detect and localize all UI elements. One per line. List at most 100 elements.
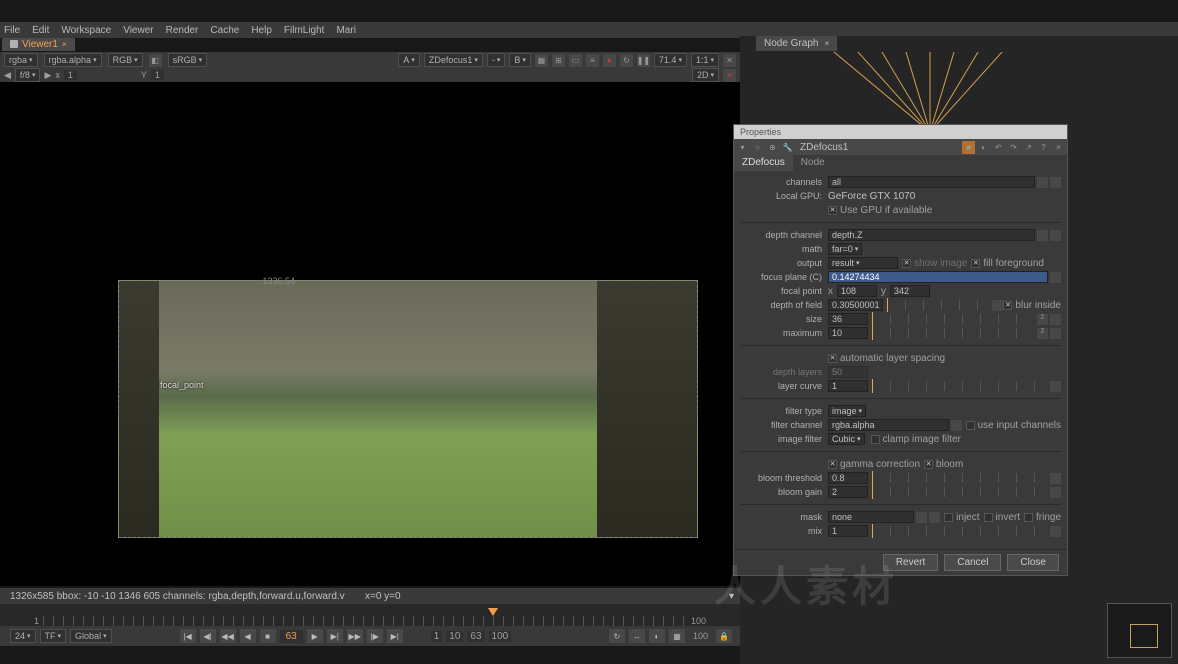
refresh-icon[interactable]: ↻ [620,54,633,67]
viewed-node-dropdown[interactable]: ZDefocus1 [424,53,483,67]
prop-lock-icon[interactable]: ○ [751,141,764,154]
focal-point-overlay[interactable]: focal_point [160,380,204,390]
menu-render[interactable]: Render [166,25,199,36]
close-button[interactable]: Close [1007,554,1059,571]
tool-icon-3[interactable]: ▭ [569,54,582,67]
prop-hide-icon[interactable]: ◐ [977,141,990,154]
mask-icon-a[interactable] [916,512,927,523]
node-graph-tab-close-icon[interactable]: × [824,39,829,48]
fill-foreground-checkbox[interactable] [971,259,980,268]
prop-redo-icon[interactable]: ↷ [1007,141,1020,154]
prop-center-icon[interactable]: ⊕ [766,141,779,154]
size-slider[interactable] [872,314,1031,324]
menu-file[interactable]: File [4,25,20,36]
bounce-icon[interactable]: ↔ [629,629,645,643]
bloom-gain-slider[interactable] [872,487,1044,497]
menu-mari[interactable]: Mari [336,25,355,36]
inject-checkbox[interactable] [944,513,953,522]
mask-icon-b[interactable] [929,512,940,523]
playhead-icon[interactable] [488,608,498,616]
focal-plane-input[interactable]: 0.14274434 [828,271,1048,283]
step-back-key-icon[interactable]: ◀| [200,629,216,643]
show-image-checkbox[interactable] [902,259,911,268]
filter-type-dropdown[interactable]: image [828,405,866,417]
filter-ch-icon[interactable] [951,420,962,431]
input-a-dropdown[interactable]: A [398,53,420,67]
clamp-checkbox[interactable] [871,435,880,444]
x-input[interactable]: 1 [64,70,77,80]
max-slider[interactable] [872,328,1031,338]
fps-dropdown[interactable]: 24 [10,629,36,643]
mix-slider[interactable] [872,526,1044,536]
menu-help[interactable]: Help [251,25,272,36]
view-mode-dropdown[interactable]: 2D [692,68,719,82]
use-input-checkbox[interactable] [966,421,975,430]
layer-curve-input[interactable]: 1 [828,380,868,392]
tab-close-icon[interactable]: × [62,40,67,49]
nav-next-icon[interactable]: ▶ [44,70,51,81]
tool-icon-1[interactable]: ▦ [535,54,548,67]
goto-first-icon[interactable]: |◀ [180,629,196,643]
bloom-th-anim-icon[interactable] [1050,473,1061,484]
prop-close-icon[interactable]: × [1052,141,1065,154]
menu-viewer[interactable]: Viewer [123,25,153,36]
prop-float-icon[interactable]: ↗ [1022,141,1035,154]
timeline[interactable]: 1 100 [0,604,740,626]
gamma-checkbox[interactable] [828,460,837,469]
display-lut-dropdown[interactable]: sRGB [168,53,208,67]
step-back-icon[interactable]: ◀ [240,629,256,643]
auto-layer-checkbox[interactable] [828,354,837,363]
channels-anim-icon[interactable] [1037,177,1048,188]
max-2-icon[interactable]: 2 [1037,328,1048,339]
lock-icon[interactable]: 🔒 [716,629,732,643]
size-2-icon[interactable]: 2 [1037,314,1048,325]
viewer-canvas-area[interactable]: focal_point 1336,54 [0,82,740,586]
prop-color-icon[interactable]: ■ [962,141,975,154]
depth-ch-extra2-icon[interactable] [1050,230,1061,241]
tool-icon-2[interactable]: ⊞ [552,54,565,67]
tab-zdefocus[interactable]: ZDefocus [734,155,793,171]
tf-dropdown[interactable]: TF [40,629,67,643]
prop-undo-icon[interactable]: ↶ [992,141,1005,154]
invert-checkbox[interactable] [984,513,993,522]
depth-channel-dropdown[interactable]: depth.Z [828,229,1035,241]
tool-a-icon[interactable]: ◐ [649,629,665,643]
filter-channel-dropdown[interactable]: rgba.alpha [828,419,949,431]
y-input[interactable]: 1 [151,70,164,80]
in-frame-input[interactable]: 1 [431,631,443,642]
mask-dropdown[interactable]: none [828,511,914,523]
prop-help-icon[interactable]: ? [1037,141,1050,154]
bloom-gain-input[interactable]: 2 [828,486,868,498]
step-fwd-key-icon[interactable]: |▶ [367,629,383,643]
mix-anim-icon[interactable] [1050,526,1061,537]
size-input[interactable]: 36 [828,313,868,325]
fp-y-input[interactable]: 342 [890,285,930,297]
play-rev-icon[interactable]: ◀◀ [220,629,236,643]
colorspace-dropdown[interactable]: RGB [108,53,143,67]
layer-curve-anim-icon[interactable] [1050,381,1061,392]
tool-b-icon[interactable]: ▦ [669,629,685,643]
fstop-dropdown[interactable]: f/8 [15,68,41,82]
dash-dropdown[interactable]: - [487,53,506,67]
stop-icon[interactable]: ■ [260,629,276,643]
math-dropdown[interactable]: far=0 [828,243,862,255]
dof-input[interactable]: 0.30500001 [828,299,883,311]
current-frame-input[interactable]: 63 [280,630,303,643]
dof-anim-icon[interactable] [992,300,1003,311]
bloom-th-input[interactable]: 0.8 [828,472,868,484]
record-icon[interactable]: ● [603,54,616,67]
channel-b-dropdown[interactable]: rgba.alpha [44,53,102,67]
play-icon[interactable]: ▶ [307,629,323,643]
size-anim-icon[interactable] [1050,314,1061,325]
nav-prev-icon[interactable]: ◀ [4,70,11,81]
channels-dropdown[interactable]: all [828,176,1035,188]
red-toggle-icon[interactable]: ✕ [723,69,736,82]
layer-curve-slider[interactable] [872,381,1044,391]
prop-nav-icon[interactable]: ▾ [736,141,749,154]
loop-icon[interactable]: ↻ [609,629,625,643]
range-b-input[interactable]: 10 [446,631,463,642]
bloom-gain-anim-icon[interactable] [1050,487,1061,498]
depth-ch-extra-icon[interactable] [1037,230,1048,241]
out-frame-input[interactable]: 100 [489,631,512,642]
cancel-button[interactable]: Cancel [944,554,1001,571]
